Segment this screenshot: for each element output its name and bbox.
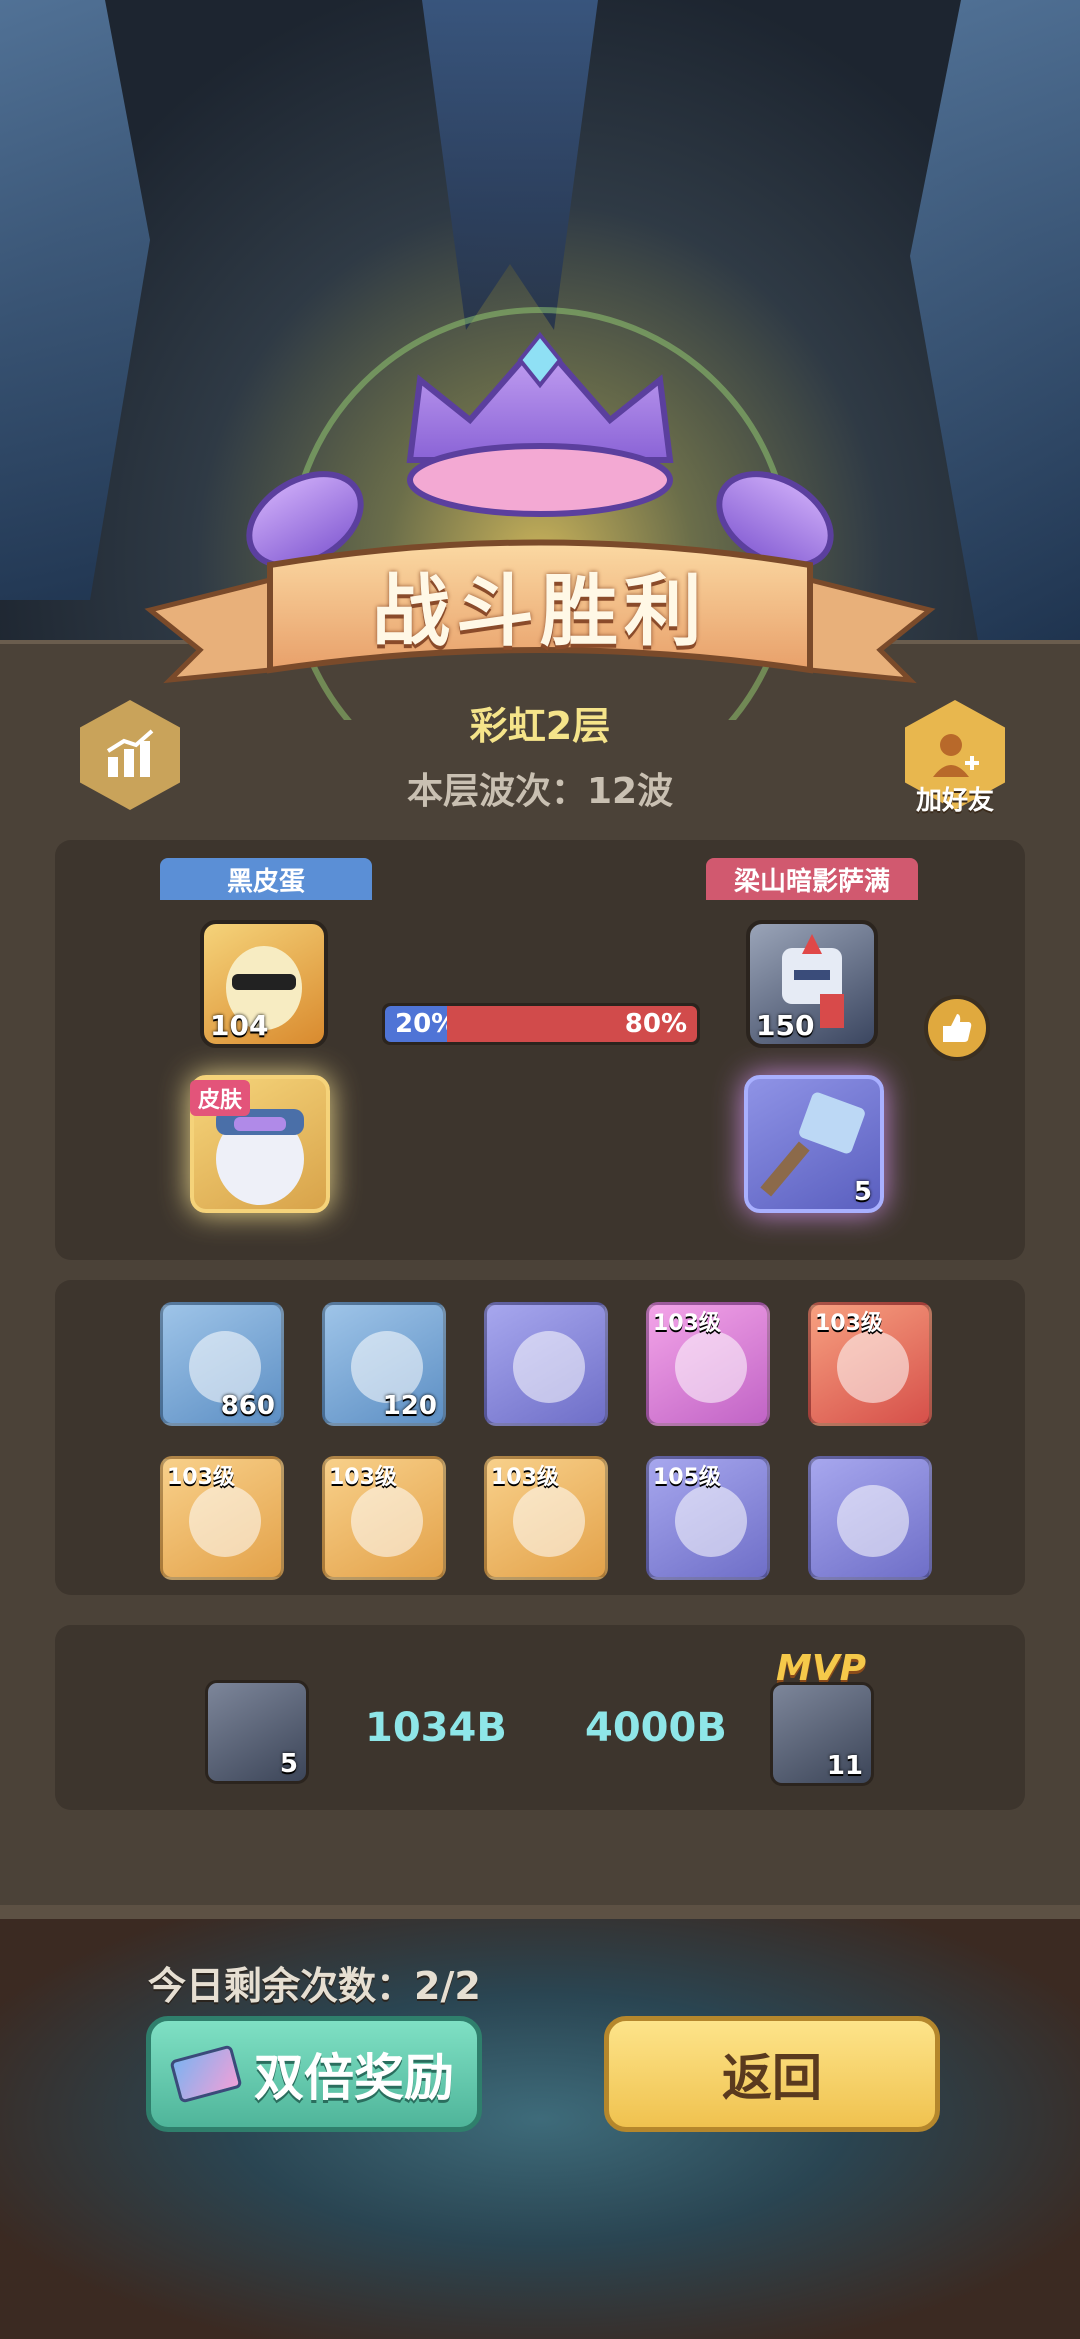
reward-item[interactable]: 103级 bbox=[808, 1302, 932, 1426]
reward-item[interactable]: 103级 bbox=[322, 1456, 446, 1580]
ratio-right: 80% bbox=[447, 1006, 697, 1042]
reward-level: 103级 bbox=[167, 1465, 235, 1490]
armor-icon bbox=[675, 1485, 747, 1557]
crystal-decoration bbox=[422, 0, 598, 330]
reward-item[interactable] bbox=[484, 1302, 608, 1426]
hammer-icon bbox=[513, 1331, 585, 1403]
panel-edge bbox=[0, 1905, 1080, 1919]
rewards-card: 860 120 103级 103级 103级 103级 103级 105级 bbox=[55, 1280, 1025, 1595]
avatar-count: 5 bbox=[279, 1749, 298, 1779]
return-label: 返回 bbox=[722, 2049, 822, 2107]
ticket-icon bbox=[169, 2044, 243, 2104]
avatar-count: 11 bbox=[826, 1751, 863, 1781]
victory-title: 战斗胜利 bbox=[371, 567, 708, 657]
damage-value-left: 1034B bbox=[365, 1705, 507, 1751]
ring-icon bbox=[837, 1331, 909, 1403]
return-button[interactable]: 返回 bbox=[604, 2016, 940, 2132]
double-reward-label: 双倍奖励 bbox=[254, 2049, 454, 2107]
weapon-portrait[interactable]: 5 bbox=[744, 1075, 884, 1213]
damage-avatar-right[interactable]: 11 bbox=[770, 1682, 874, 1786]
reward-level: 103级 bbox=[815, 1311, 883, 1336]
amulet-icon bbox=[351, 1485, 423, 1557]
reward-item[interactable]: 103级 bbox=[646, 1302, 770, 1426]
ring-icon bbox=[513, 1485, 585, 1557]
reward-level: 103级 bbox=[491, 1465, 559, 1490]
reward-level: 103级 bbox=[653, 1311, 721, 1336]
reward-item[interactable] bbox=[808, 1456, 932, 1580]
hero-level: 150 bbox=[756, 1009, 815, 1042]
reward-level: 105级 bbox=[653, 1465, 721, 1490]
double-reward-button[interactable]: 双倍奖励 bbox=[146, 2016, 482, 2132]
player-name-left: 黑皮蛋 bbox=[160, 858, 372, 900]
damage-ratio-bar: 20% 80% bbox=[382, 1003, 700, 1045]
reward-item[interactable]: 860 bbox=[160, 1302, 284, 1426]
ratio-left: 20% bbox=[385, 1006, 457, 1042]
reward-item[interactable]: 103级 bbox=[484, 1456, 608, 1580]
horn-icon bbox=[189, 1485, 261, 1557]
heart-icon bbox=[837, 1485, 909, 1557]
hero-portrait-right[interactable]: 150 bbox=[746, 920, 878, 1048]
like-button[interactable] bbox=[924, 995, 990, 1061]
player-name-right: 梁山暗影萨满 bbox=[706, 858, 918, 900]
reward-item[interactable]: 120 bbox=[322, 1302, 446, 1426]
reward-item[interactable]: 105级 bbox=[646, 1456, 770, 1580]
item-count: 5 bbox=[853, 1177, 872, 1207]
damage-value-right: 4000B bbox=[585, 1705, 727, 1751]
reward-item[interactable]: 103级 bbox=[160, 1456, 284, 1580]
floor-name: 彩虹2层 bbox=[469, 704, 611, 748]
amulet-icon bbox=[675, 1331, 747, 1403]
add-user-icon bbox=[933, 734, 979, 777]
remaining-attempts: 今日剩余次数：2/2 bbox=[148, 1964, 481, 2008]
wave-count: 本层波次：12波 bbox=[406, 771, 674, 812]
reward-qty: 860 bbox=[220, 1391, 275, 1421]
add-friend-label: 加好友 bbox=[915, 786, 994, 816]
crystal-decoration bbox=[0, 0, 150, 600]
hero-portrait-left[interactable]: 104 bbox=[200, 920, 328, 1048]
skin-tag: 皮肤 bbox=[190, 1080, 251, 1116]
damage-card bbox=[55, 1625, 1025, 1810]
thumbs-up-icon bbox=[943, 1014, 972, 1042]
hero-level: 104 bbox=[210, 1009, 269, 1042]
reward-qty: 120 bbox=[382, 1391, 437, 1421]
crystal-decoration bbox=[910, 0, 1080, 640]
damage-avatar-left[interactable]: 5 bbox=[205, 1680, 309, 1784]
chart-icon bbox=[106, 729, 154, 777]
reward-level: 103级 bbox=[329, 1465, 397, 1490]
